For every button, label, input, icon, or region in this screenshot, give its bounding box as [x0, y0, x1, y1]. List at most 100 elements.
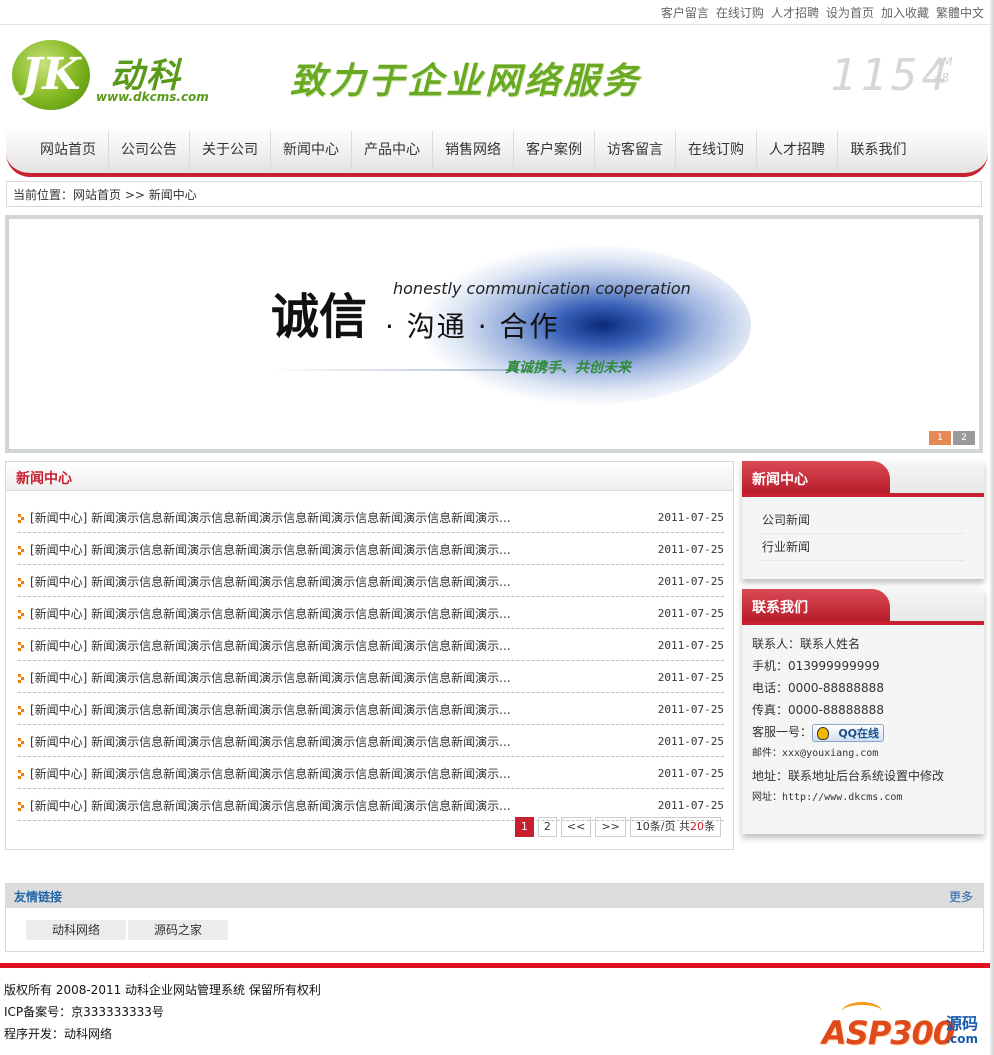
nav-item-guestbook[interactable]: 访客留言 — [595, 131, 676, 169]
top-link-traditional-chinese[interactable]: 繁體中文 — [936, 6, 984, 20]
top-link-set-homepage[interactable]: 设为首页 — [826, 6, 874, 20]
news-row[interactable]: [新闻中心] 新闻演示信息新闻演示信息新闻演示信息新闻演示信息新闻演示信息新闻演… — [18, 534, 724, 565]
top-link-jobs[interactable]: 人才招聘 — [771, 6, 819, 20]
nav-item-order[interactable]: 在线订购 — [676, 131, 757, 169]
news-date: 2011-07-25 — [657, 703, 724, 716]
sidebar-contact-box: 联系我们 联系人：联系人姓名 手机：013999999999 电话：0000-8… — [742, 589, 984, 834]
news-title-link[interactable]: [新闻中心] 新闻演示信息新闻演示信息新闻演示信息新闻演示信息新闻演示信息新闻演… — [30, 797, 511, 814]
bullet-icon — [18, 610, 26, 619]
news-title-link[interactable]: [新闻中心] 新闻演示信息新闻演示信息新闻演示信息新闻演示信息新闻演示信息新闻演… — [30, 669, 511, 686]
nav-item-contact[interactable]: 联系我们 — [838, 131, 919, 169]
watermark-code: 源码 — [945, 1014, 978, 1033]
nav-item-news[interactable]: 新闻中心 — [271, 131, 352, 169]
bullet-icon — [18, 578, 26, 587]
qq-online-label: QQ在线 — [838, 726, 880, 740]
banner-english: honestly communication cooperation — [393, 279, 691, 298]
top-link-guestbook[interactable]: 客户留言 — [661, 6, 709, 20]
news-panel-title: 新闻中心 — [16, 471, 72, 487]
news-row[interactable]: [新闻中心] 新闻演示信息新闻演示信息新闻演示信息新闻演示信息新闻演示信息新闻演… — [18, 726, 724, 757]
site-logo[interactable]: JK 动科 www.dkcms.com — [12, 40, 209, 110]
topbar-divider — [0, 24, 994, 25]
nav-item-jobs[interactable]: 人才招聘 — [757, 131, 838, 169]
watermark-brand: ASP300 — [822, 1014, 955, 1052]
bullet-icon — [18, 738, 26, 747]
news-title-link[interactable]: [新闻中心] 新闻演示信息新闻演示信息新闻演示信息新闻演示信息新闻演示信息新闻演… — [30, 573, 511, 590]
top-links: 客户留言 在线订购 人才招聘 设为首页 加入收藏 繁體中文 — [654, 4, 984, 21]
page-info-text: 10条/页 共 — [635, 820, 690, 833]
news-date: 2011-07-25 — [657, 735, 724, 748]
friend-link-codehome[interactable]: 源码之家 — [128, 920, 228, 940]
news-panel-header: 新闻中心 — [6, 462, 733, 491]
nav-item-announcements[interactable]: 公司公告 — [109, 131, 190, 169]
banner-tagline: 真诚携手、共创未来 — [505, 360, 631, 376]
footer-copyright: 版权所有 2008-2011 动科企业网站管理系统 保留所有权利 — [4, 983, 321, 997]
nav-item-home[interactable]: 网站首页 — [28, 131, 109, 169]
footer-divider — [0, 963, 990, 968]
banner: 诚信 honestly communication cooperation · … — [5, 215, 983, 453]
news-row[interactable]: [新闻中心] 新闻演示信息新闻演示信息新闻演示信息新闻演示信息新闻演示信息新闻演… — [18, 630, 724, 661]
news-row[interactable]: [新闻中心] 新闻演示信息新闻演示信息新闻演示信息新闻演示信息新闻演示信息新闻演… — [18, 662, 724, 693]
sidebar-news-title: 新闻中心 — [752, 472, 808, 488]
contact-phone: 电话：0000-88888888 — [752, 681, 884, 695]
news-title-link[interactable]: [新闻中心] 新闻演示信息新闻演示信息新闻演示信息新闻演示信息新闻演示信息新闻演… — [30, 701, 511, 718]
contact-person: 联系人：联系人姓名 — [752, 637, 861, 651]
bullet-icon — [18, 706, 26, 715]
news-date: 2011-07-25 — [657, 671, 724, 684]
prev-page-button[interactable]: << — [560, 817, 592, 837]
news-title-link[interactable]: [新闻中心] 新闻演示信息新闻演示信息新闻演示信息新闻演示信息新闻演示信息新闻演… — [30, 733, 511, 750]
main-nav: 网站首页 公司公告 关于公司 新闻中心 产品中心 销售网络 客户案例 访客留言 … — [28, 131, 919, 169]
news-row[interactable]: [新闻中心] 新闻演示信息新闻演示信息新闻演示信息新闻演示信息新闻演示信息新闻演… — [18, 694, 724, 725]
footer-icp: ICP备案号：京333333333号 — [4, 1005, 164, 1019]
friend-links-more[interactable]: 更多 — [949, 888, 973, 905]
logo-url: www.dkcms.com — [96, 90, 209, 104]
nav-item-cases[interactable]: 客户案例 — [514, 131, 595, 169]
news-title-link[interactable]: [新闻中心] 新闻演示信息新闻演示信息新闻演示信息新闻演示信息新闻演示信息新闻演… — [30, 605, 511, 622]
nav-item-about[interactable]: 关于公司 — [190, 131, 271, 169]
news-row[interactable]: [新闻中心] 新闻演示信息新闻演示信息新闻演示信息新闻演示信息新闻演示信息新闻演… — [18, 758, 724, 789]
qq-online-button[interactable]: QQ在线 — [812, 723, 885, 742]
sidebar-news-links: 公司新闻 行业新闻 — [742, 497, 984, 567]
top-link-order[interactable]: 在线订购 — [716, 6, 764, 20]
nav-item-sales-network[interactable]: 销售网络 — [433, 131, 514, 169]
sidebar-link-company-news[interactable]: 公司新闻 — [762, 507, 964, 534]
bullet-icon — [18, 674, 26, 683]
next-page-button[interactable]: >> — [595, 817, 626, 837]
contact-mobile: 手机：013999999999 — [752, 659, 880, 673]
page-1-button[interactable]: 1 — [514, 817, 534, 837]
asp300-watermark: ASP300 源码 .com — [822, 998, 982, 1054]
bullet-icon — [18, 546, 26, 555]
banner-subtitle: · 沟通 · 合作 — [385, 310, 560, 343]
contact-email: 邮件：xxx@youxiang.com — [752, 748, 879, 759]
contact-website: 网址：http://www.dkcms.com — [752, 792, 903, 803]
news-title-link[interactable]: [新闻中心] 新闻演示信息新闻演示信息新闻演示信息新闻演示信息新闻演示信息新闻演… — [30, 541, 511, 558]
page-info: 10条/页 共20条 — [629, 817, 721, 837]
page-2-button[interactable]: 2 — [537, 817, 557, 837]
friend-links-list: 动科网络 源码之家 — [26, 920, 228, 940]
news-title-link[interactable]: [新闻中心] 新闻演示信息新闻演示信息新闻演示信息新闻演示信息新闻演示信息新闻演… — [30, 765, 511, 782]
breadcrumb: 当前位置：网站首页 >> 新闻中心 — [6, 181, 982, 207]
banner-pager-2[interactable]: 2 — [953, 431, 975, 445]
news-row[interactable]: [新闻中心] 新闻演示信息新闻演示信息新闻演示信息新闻演示信息新闻演示信息新闻演… — [18, 598, 724, 629]
friend-link-dkcms[interactable]: 动科网络 — [26, 920, 126, 940]
news-row[interactable]: [新闻中心] 新闻演示信息新闻演示信息新闻演示信息新闻演示信息新闻演示信息新闻演… — [18, 566, 724, 597]
bullet-icon — [18, 770, 26, 779]
clock-seconds: 48 — [934, 71, 950, 85]
sidebar-contact-header: 联系我们 — [742, 589, 984, 625]
clock-ampm-label: AM — [934, 55, 953, 69]
sidebar-news-box: 新闻中心 公司新闻 行业新闻 — [742, 461, 984, 579]
contact-service-label: 客服一号： — [752, 725, 813, 739]
news-title-link[interactable]: [新闻中心] 新闻演示信息新闻演示信息新闻演示信息新闻演示信息新闻演示信息新闻演… — [30, 637, 511, 654]
window-edge — [990, 0, 994, 1055]
news-title-link[interactable]: [新闻中心] 新闻演示信息新闻演示信息新闻演示信息新闻演示信息新闻演示信息新闻演… — [30, 509, 511, 526]
top-link-add-favorite[interactable]: 加入收藏 — [881, 6, 929, 20]
nav-item-products[interactable]: 产品中心 — [352, 131, 433, 169]
banner-title: 诚信 — [271, 289, 368, 345]
bullet-icon — [18, 802, 26, 811]
header-slogan: 致力于企业网络服务 — [290, 61, 642, 102]
news-date: 2011-07-25 — [657, 511, 724, 524]
sidebar-link-industry-news[interactable]: 行业新闻 — [762, 534, 964, 561]
banner-pager: 1 2 — [929, 431, 975, 445]
news-row[interactable]: [新闻中心] 新闻演示信息新闻演示信息新闻演示信息新闻演示信息新闻演示信息新闻演… — [18, 502, 724, 533]
news-date: 2011-07-25 — [657, 799, 724, 812]
banner-pager-1[interactable]: 1 — [929, 431, 951, 445]
